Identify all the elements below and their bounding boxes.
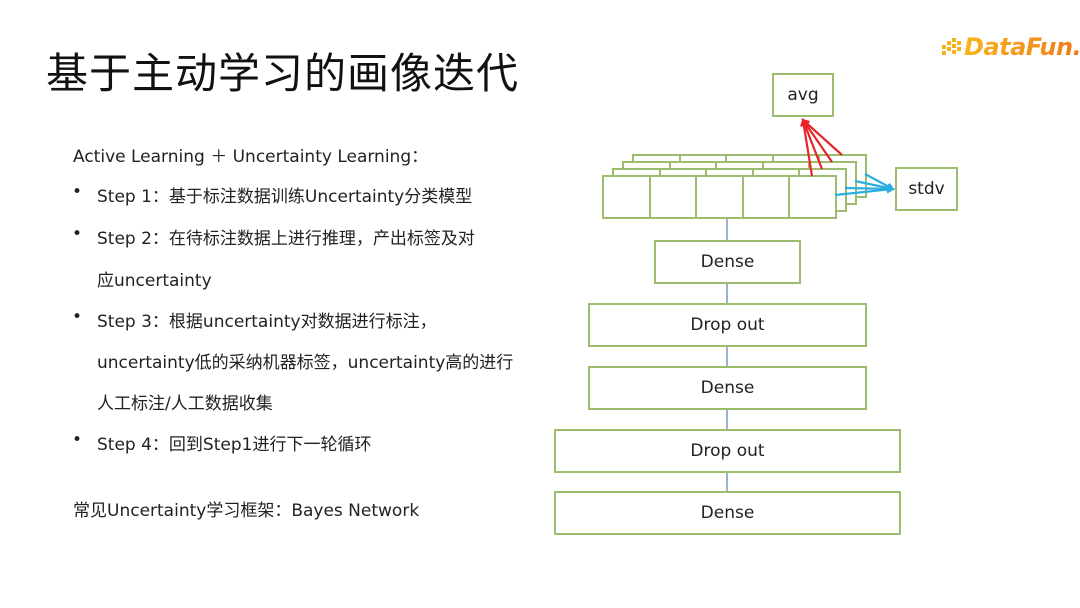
layer-dense-3: Dense [554,491,901,535]
aggregation-arrows [800,118,895,197]
layer-dense-1: Dense [654,240,801,284]
layer-dropout-2: Drop out [554,429,901,473]
layer-dropout-1: Drop out [588,303,867,347]
layer-dense-2: Dense [588,366,867,410]
